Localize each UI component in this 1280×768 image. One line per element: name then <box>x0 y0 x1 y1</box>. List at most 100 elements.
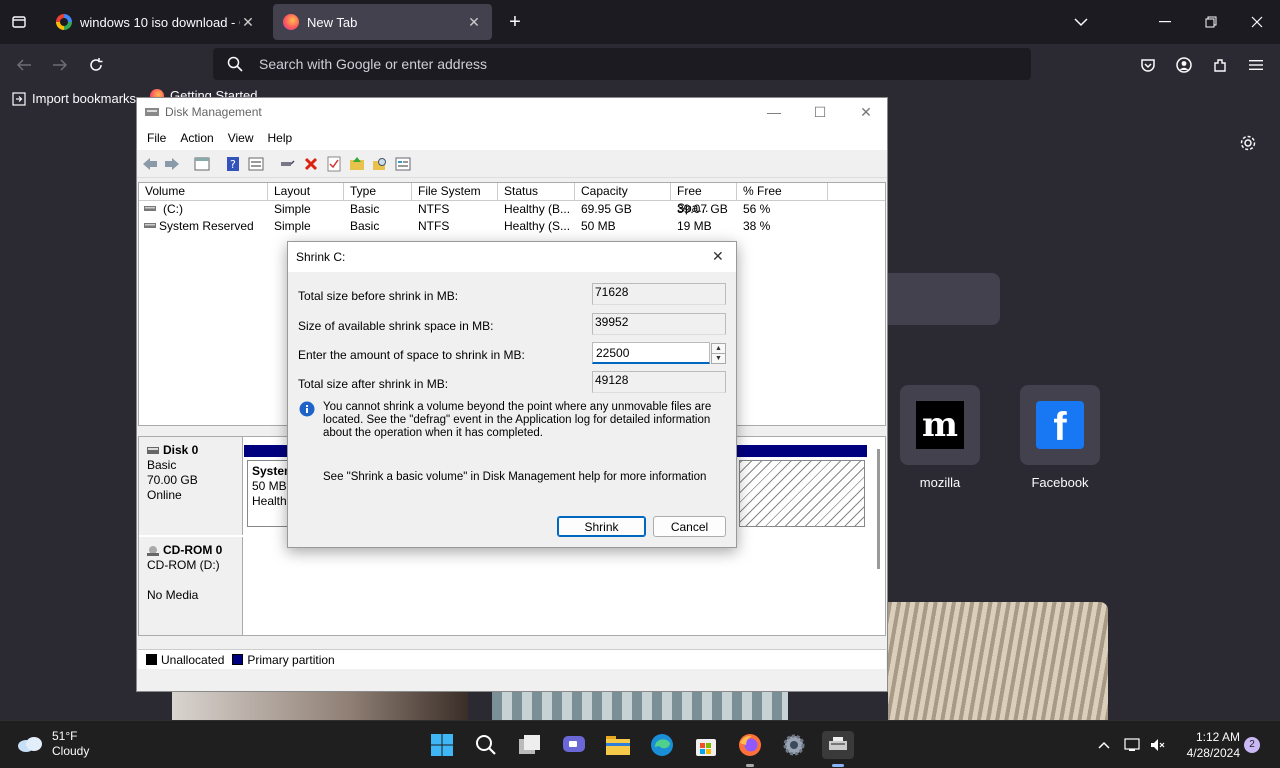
reload-icon[interactable] <box>84 54 108 76</box>
available-shrink-label: Size of available shrink space in MB: <box>298 319 494 333</box>
taskbar-search-icon[interactable] <box>472 731 500 759</box>
firefox-icon[interactable] <box>736 731 764 759</box>
hamburger-menu-icon[interactable] <box>1244 54 1268 76</box>
list-all-tabs-icon[interactable] <box>8 12 30 32</box>
legend-unallocated: Unallocated <box>161 652 225 667</box>
chevron-up-icon[interactable] <box>1092 731 1116 759</box>
menu-file[interactable]: File <box>147 131 166 145</box>
restore-window-icon[interactable] <box>1196 12 1226 32</box>
c-drive-partition[interactable] <box>739 460 865 527</box>
col-header-file-system[interactable]: File System <box>412 183 498 201</box>
shrink-amount-input[interactable] <box>592 342 710 364</box>
story-image-1[interactable] <box>172 692 468 720</box>
disk-management-taskbar-icon[interactable] <box>822 731 854 759</box>
cell-type: Basic <box>350 219 380 233</box>
forward-arrow-icon[interactable] <box>164 156 180 172</box>
network-icon[interactable] <box>1120 731 1144 759</box>
weather-widget[interactable]: 51°F Cloudy <box>16 729 89 759</box>
stepper-down-icon[interactable]: ▼ <box>711 353 726 364</box>
close-tab-icon[interactable]: ✕ <box>466 14 482 31</box>
address-bar[interactable]: Search with Google or enter address <box>213 48 1031 80</box>
col-header-free-space[interactable]: Free Spa... <box>671 183 737 215</box>
tab-title: windows 10 iso download - Goo <box>80 14 240 30</box>
notification-badge[interactable]: 2 <box>1244 737 1260 753</box>
microsoft-store-icon[interactable] <box>692 731 720 759</box>
col-header-status[interactable]: Status <box>498 183 575 201</box>
col-header-layout[interactable]: Layout <box>268 183 344 201</box>
disk-area-scrollbar[interactable] <box>877 449 880 569</box>
close-window-icon[interactable] <box>1242 12 1272 32</box>
col-header-capacity[interactable]: Capacity <box>575 183 671 201</box>
shortcut-label-facebook[interactable]: Facebook <box>1000 475 1120 490</box>
connect-icon[interactable] <box>279 156 295 172</box>
svg-text:?: ? <box>230 158 236 171</box>
windows-taskbar: 51°F Cloudy 1:12 AM 4/28/2024 2 <box>0 720 1280 768</box>
disk-icon <box>147 446 159 454</box>
console-tree-icon[interactable] <box>194 156 210 172</box>
shrink-dialog-title-bar[interactable]: Shrink C: ✕ <box>288 242 736 272</box>
forward-arrow-icon[interactable] <box>48 54 72 76</box>
tab-new-tab[interactable]: New Tab ✕ <box>273 4 492 40</box>
cancel-button[interactable]: Cancel <box>653 516 726 537</box>
col-header-type[interactable]: Type <box>344 183 412 201</box>
story-image-2[interactable] <box>492 692 788 720</box>
close-tab-icon[interactable]: ✕ <box>240 14 256 31</box>
delete-x-icon[interactable] <box>303 156 319 172</box>
volume-muted-icon[interactable] <box>1146 731 1170 759</box>
pocket-icon[interactable] <box>1136 54 1160 76</box>
minimize-icon[interactable]: — <box>751 98 797 126</box>
menu-view[interactable]: View <box>228 131 254 145</box>
col-header-percent-free[interactable]: % Free <box>737 183 828 201</box>
shortcut-label-mozilla[interactable]: mozilla <box>880 475 1000 490</box>
table-row[interactable]: (C:) Simple Basic NTFS Healthy (B... 69.… <box>139 201 885 218</box>
close-icon[interactable]: ✕ <box>843 98 889 126</box>
cell-file-system: NTFS <box>418 219 450 233</box>
story-image-3[interactable] <box>888 602 1108 720</box>
help-icon[interactable]: ? <box>225 156 241 172</box>
start-windows-icon[interactable] <box>428 731 456 759</box>
shortcut-facebook[interactable]: f <box>1020 385 1100 465</box>
back-arrow-icon[interactable] <box>12 54 36 76</box>
shortcut-mozilla[interactable]: m <box>900 385 980 465</box>
clock[interactable]: 1:12 AM 4/28/2024 <box>1178 729 1240 761</box>
new-tab-search-box[interactable] <box>888 273 1000 325</box>
info-icon <box>299 401 315 417</box>
close-icon[interactable]: ✕ <box>712 248 724 265</box>
maximize-icon[interactable]: ☐ <box>797 98 843 126</box>
file-explorer-icon[interactable] <box>604 731 632 759</box>
shrink-button[interactable]: Shrink <box>557 516 646 537</box>
checklist-icon[interactable] <box>326 156 342 172</box>
edge-browser-icon[interactable] <box>648 731 676 759</box>
settings-gear-icon[interactable] <box>1239 134 1259 154</box>
shrink-dialog-title: Shrink C: <box>296 250 346 264</box>
facebook-glyph: f <box>1053 405 1067 449</box>
disk-management-toolbar: ? <box>137 150 887 178</box>
account-icon[interactable] <box>1172 54 1196 76</box>
tab-google-search[interactable]: windows 10 iso download - Goo ✕ <box>46 4 266 40</box>
extensions-icon[interactable] <box>1208 54 1232 76</box>
table-row[interactable]: System Reserved Simple Basic NTFS Health… <box>139 218 885 235</box>
settings-gear-icon[interactable] <box>780 731 808 759</box>
properties-icon[interactable] <box>248 156 264 172</box>
search-folder-icon[interactable] <box>372 156 388 172</box>
unallocated-swatch <box>146 654 157 665</box>
folder-up-icon[interactable] <box>349 156 365 172</box>
new-tab-plus-icon[interactable]: + <box>504 10 526 34</box>
minimize-window-icon[interactable] <box>1150 12 1180 32</box>
import-bookmarks-button[interactable]: Import bookmarks... <box>12 91 147 106</box>
task-view-icon[interactable] <box>516 731 544 759</box>
disk-management-title-bar[interactable]: Disk Management — ☐ ✕ <box>137 98 887 126</box>
teams-chat-icon[interactable] <box>560 731 588 759</box>
cell-percent-free: 56 % <box>743 202 771 216</box>
menu-help[interactable]: Help <box>268 131 293 145</box>
settings-list-icon[interactable] <box>395 156 411 172</box>
menu-action[interactable]: Action <box>180 131 213 145</box>
cell-capacity: 69.95 GB <box>581 202 632 216</box>
cdrom-0-label[interactable]: CD-ROM 0 CD-ROM (D:) No Media <box>139 537 243 635</box>
active-app-indicator <box>832 764 844 767</box>
col-header-volume[interactable]: Volume <box>139 183 268 201</box>
volume-drive-icon <box>144 206 156 211</box>
disk-0-label[interactable]: Disk 0 Basic 70.00 GB Online <box>139 437 243 535</box>
back-arrow-icon[interactable] <box>142 156 158 172</box>
chevron-down-icon[interactable] <box>1070 12 1092 32</box>
